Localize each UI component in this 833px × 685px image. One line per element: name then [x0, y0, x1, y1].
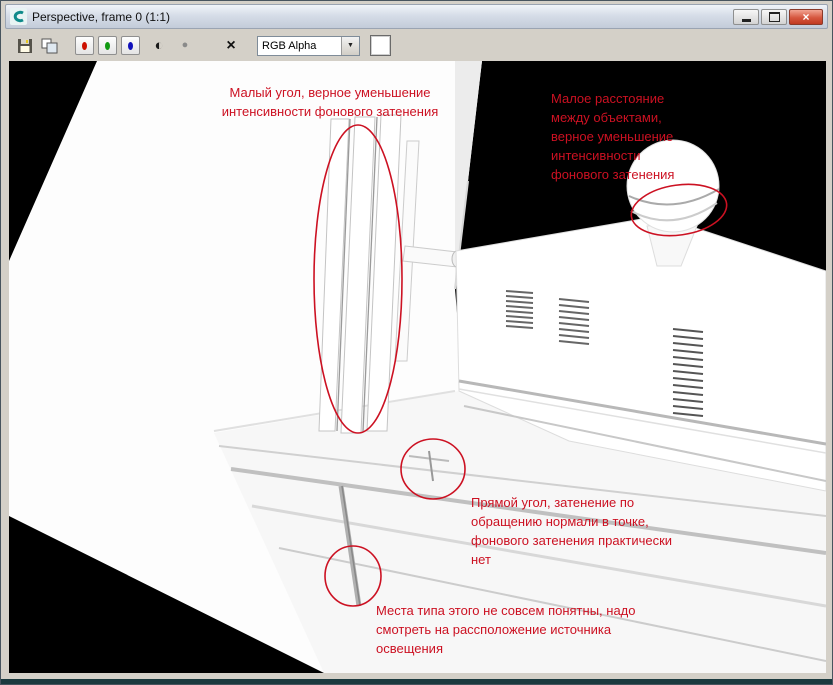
annotation-line: Малый угол, верное уменьшение — [204, 83, 456, 102]
blue-channel-button[interactable] — [121, 36, 140, 55]
maximize-button[interactable] — [761, 9, 787, 25]
window-title: Perspective, frame 0 (1:1) — [32, 10, 733, 24]
annotation-line: интенсивности фонового затенения — [204, 102, 456, 121]
close-icon: × — [802, 11, 809, 23]
render-frame-window: Perspective, frame 0 (1:1) × ◐ ● — [0, 0, 833, 685]
annotation-line: нет — [471, 550, 672, 569]
app-icon — [10, 8, 27, 25]
channel-dropdown[interactable]: RGB Alpha ▼ — [257, 36, 360, 56]
green-channel-icon — [105, 42, 110, 50]
alpha-channel-button[interactable]: ● — [175, 36, 195, 56]
annotation-line: интенсивности — [551, 146, 674, 165]
window-bottom-edge — [1, 679, 832, 684]
clone-button[interactable] — [39, 36, 59, 56]
annotation-line: освещения — [376, 639, 636, 658]
annotation-line: смотреть на рассположение источника — [376, 620, 636, 639]
red-channel-icon — [82, 42, 87, 50]
annotation-line: фонового затенения — [551, 165, 674, 184]
annotation-small-distance: Малое расстояние между объектами, верное… — [551, 89, 674, 184]
maximize-icon — [769, 12, 780, 22]
annotation-unclear-places: Места типа этого не совсем понятны, надо… — [376, 601, 636, 658]
mono-channel-icon: ◐ — [154, 38, 163, 53]
annotation-line: верное уменьшение — [551, 127, 674, 146]
toolbar: ◐ ● × RGB Alpha ▼ — [9, 32, 824, 59]
render-scene — [9, 61, 826, 673]
clear-icon: × — [226, 38, 235, 54]
annotation-line: Прямой угол, затенение по — [471, 493, 672, 512]
save-icon — [17, 38, 33, 54]
channel-dropdown-value: RGB Alpha — [258, 40, 341, 52]
close-button[interactable]: × — [789, 9, 823, 25]
titlebar[interactable]: Perspective, frame 0 (1:1) × — [5, 4, 828, 29]
render-viewport[interactable]: Малый угол, верное уменьшение интенсивно… — [9, 61, 826, 673]
red-channel-button[interactable] — [75, 36, 94, 55]
alpha-channel-icon: ● — [182, 40, 189, 51]
window-controls: × — [733, 9, 823, 25]
annotation-small-angle: Малый угол, верное уменьшение интенсивно… — [204, 83, 456, 121]
green-channel-button[interactable] — [98, 36, 117, 55]
clear-button[interactable]: × — [221, 36, 241, 56]
save-button[interactable] — [15, 36, 35, 56]
annotation-line: Места типа этого не совсем понятны, надо — [376, 601, 636, 620]
minimize-button[interactable] — [733, 9, 759, 25]
annotation-right-angle: Прямой угол, затенение по обращению норм… — [471, 493, 672, 569]
dropdown-arrow-icon[interactable]: ▼ — [341, 37, 359, 55]
color-swatch[interactable] — [370, 35, 391, 56]
annotation-line: фонового затенения практически — [471, 531, 672, 550]
minimize-icon — [742, 19, 751, 22]
clone-icon — [41, 38, 58, 54]
annotation-line: обращению нормали в точке, — [471, 512, 672, 531]
annotation-line: Малое расстояние — [551, 89, 674, 108]
mono-channel-button[interactable]: ◐ — [149, 36, 169, 56]
annotation-line: между объектами, — [551, 108, 674, 127]
blue-channel-icon — [128, 42, 133, 50]
